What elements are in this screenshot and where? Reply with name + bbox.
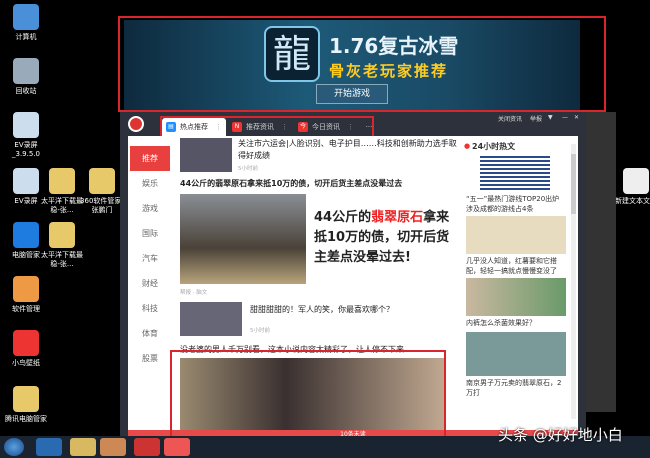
side-article-image[interactable]	[466, 332, 566, 376]
category-1[interactable]: 娱乐	[130, 171, 170, 196]
ie-icon[interactable]	[36, 438, 62, 456]
desktop-icon-image	[49, 168, 75, 194]
desktop-icon[interactable]: 计算机	[2, 4, 50, 42]
article-title[interactable]: 没老婆的男人千万别看，这本小说内容太精彩了，让人停不下来	[180, 344, 460, 356]
app-taskbar-icon[interactable]	[134, 438, 160, 456]
desktop-icon-image	[89, 168, 115, 194]
side-article-title[interactable]: 南京男子万元卖的翡翠原石，2万打	[466, 378, 566, 398]
article-image[interactable]	[180, 194, 306, 284]
desktop-icon-label: 太平洋下载最稳-张...	[41, 251, 83, 268]
dropdown-icon[interactable]: ▼	[548, 114, 553, 121]
desktop-icon[interactable]: 新建文本文档	[612, 168, 650, 206]
article-title[interactable]: 关注市六运会|人脸识别、电子护目……科技和创新助力选手取得好成绩	[238, 138, 458, 162]
desktop-icon[interactable]: 软件管理	[2, 276, 50, 314]
start-button[interactable]	[4, 438, 24, 456]
tab-menu-icon[interactable]: ⋮	[215, 118, 222, 136]
n-icon: N	[232, 122, 242, 132]
ad-subtitle: 骨灰老玩家推荐	[329, 62, 449, 80]
tab-label: 推荐资讯	[246, 123, 274, 131]
dragon-logo: 龍	[264, 26, 320, 82]
explorer-icon[interactable]	[70, 438, 96, 456]
app-taskbar-icon[interactable]	[164, 438, 190, 456]
watermark: 头条 @好好地小白	[498, 426, 623, 444]
desktop-icon[interactable]: 太平洋下载最稳-张...	[38, 222, 86, 269]
title-bar: ▤ 热点推荐 ⋮ N 推荐资讯 ⋮ 今今日资讯 ⋮ ··· 关闭资讯 举报 ▼ — ✕	[120, 112, 586, 136]
desktop-icon[interactable]: 小鸟壁纸	[2, 330, 50, 368]
tab-recommend[interactable]: N 推荐资讯 ⋮	[228, 118, 292, 136]
desktop-icon-label: 回收站	[15, 87, 37, 95]
desktop-icon-image	[13, 4, 39, 30]
article-thumbnail[interactable]	[180, 302, 242, 336]
category-3[interactable]: 国际	[130, 221, 170, 246]
media-player-icon[interactable]	[100, 438, 126, 456]
article-thumbnail[interactable]	[180, 138, 232, 172]
start-game-button[interactable]: 开始游戏	[316, 84, 388, 104]
desktop-icon-label: 软件管理	[12, 305, 40, 313]
side-title: 24小时热文	[472, 142, 516, 151]
desktop-icon-label: 360软件管家-张鹏门	[80, 197, 124, 214]
close-icon[interactable]: ✕	[574, 114, 579, 121]
desktop-icon[interactable]: 回收站	[2, 58, 50, 96]
article-image-caption: 44公斤的翡翠原石拿来抵10万的债，切开后货主差点没晕过去!	[314, 210, 450, 265]
app-logo-icon	[128, 116, 144, 132]
desktop-icon-image	[623, 168, 649, 194]
desktop-icon-image	[13, 386, 39, 412]
side-widget-panel	[586, 112, 616, 412]
category-7[interactable]: 体育	[130, 321, 170, 346]
tab-label: 今日资讯	[312, 123, 340, 131]
tab-menu-icon[interactable]: ⋮	[347, 118, 354, 136]
desktop-icon-label: 计算机	[15, 33, 37, 41]
hot-24h-panel: ● 24小时热文 “五一”最热门游线TOP20出炉 涉及成都的游线占4条 几乎没…	[462, 136, 572, 430]
desktop-icon-image	[13, 112, 39, 138]
news-icon: ▤	[166, 122, 176, 132]
side-article-title[interactable]: 内裤怎么杀菌效果好？	[466, 318, 566, 328]
category-0[interactable]: 推荐	[130, 146, 170, 171]
scrollbar[interactable]	[571, 144, 576, 419]
more-tabs-button[interactable]: ···	[362, 118, 376, 136]
side-article-image[interactable]	[466, 216, 566, 254]
minimize-icon[interactable]: —	[562, 114, 568, 121]
category-2[interactable]: 游戏	[130, 196, 170, 221]
article-title[interactable]: 44公斤的翡翠原石拿来抵10万的债，切开后货主差点没晕过去	[180, 178, 460, 190]
side-article-image[interactable]	[466, 278, 566, 316]
news-window: ▤ 热点推荐 ⋮ N 推荐资讯 ⋮ 今今日资讯 ⋮ ··· 关闭资讯 举报 ▼ — ✕ 推…	[120, 112, 586, 442]
category-nav: 推荐 娱乐 游戏 国际 汽车 财经 科技 体育 股票	[130, 146, 170, 371]
category-4[interactable]: 汽车	[130, 246, 170, 271]
side-article-title[interactable]: 几乎没人知道，红薯要和它搭配，轻轻一搞就点慢慢变没了	[466, 256, 566, 276]
desktop-icon[interactable]: EV录屏_3.9.5.0	[2, 112, 50, 159]
close-news-link[interactable]: 关闭资讯	[498, 114, 522, 123]
tab-hot[interactable]: ▤ 热点推荐 ⋮	[162, 118, 226, 136]
desktop-icon-image	[13, 168, 39, 194]
tab-today[interactable]: 今今日资讯 ⋮	[294, 118, 358, 136]
category-5[interactable]: 财经	[130, 271, 170, 296]
desktop-icon-label: 新建文本文档	[615, 197, 650, 205]
article-image[interactable]	[180, 358, 444, 430]
category-8[interactable]: 股票	[130, 346, 170, 371]
desktop-icon-label: 腾讯电脑管家	[5, 415, 47, 423]
tab-label: 热点推荐	[180, 123, 208, 131]
ad-title: 1.76复古冰雪	[329, 34, 459, 58]
article-title[interactable]: 甜甜甜甜的！军人的笑，你最喜欢哪个？	[250, 304, 460, 316]
side-article-title[interactable]: “五一”最热门游线TOP20出炉 涉及成都的游线占4条	[466, 194, 566, 214]
desktop-icon-image	[13, 330, 39, 356]
news-content: 推荐 娱乐 游戏 国际 汽车 财经 科技 体育 股票 关注市六运会|人脸识别、电子护目……科技和…	[128, 136, 578, 430]
chart-thumbnail[interactable]	[480, 154, 550, 192]
tab-menu-icon[interactable]: ⋮	[281, 118, 288, 136]
desktop-icon-image	[13, 58, 39, 84]
desktop-icon-image	[13, 276, 39, 302]
desktop-icon-image	[13, 222, 39, 248]
article-source: 帮报 · 脑文	[180, 290, 208, 296]
game-ad-banner[interactable]: 龍 1.76复古冰雪 骨灰老玩家推荐 开始游戏	[124, 20, 580, 110]
desktop-icon-label: EV录屏_3.9.5.0	[12, 141, 40, 158]
article-time: 5小时前	[238, 166, 258, 172]
desktop-icon-image	[49, 222, 75, 248]
desktop-icon-label: 小鸟壁纸	[12, 359, 40, 367]
desktop-icon[interactable]: 360软件管家-张鹏门	[78, 168, 126, 215]
fire-icon: ●	[464, 142, 471, 150]
article-time: 5小时前	[250, 328, 270, 334]
desktop-icon[interactable]: 腾讯电脑管家	[2, 386, 50, 424]
report-link[interactable]: 举报	[530, 114, 542, 123]
category-6[interactable]: 科技	[130, 296, 170, 321]
today-icon: 今	[298, 122, 308, 132]
